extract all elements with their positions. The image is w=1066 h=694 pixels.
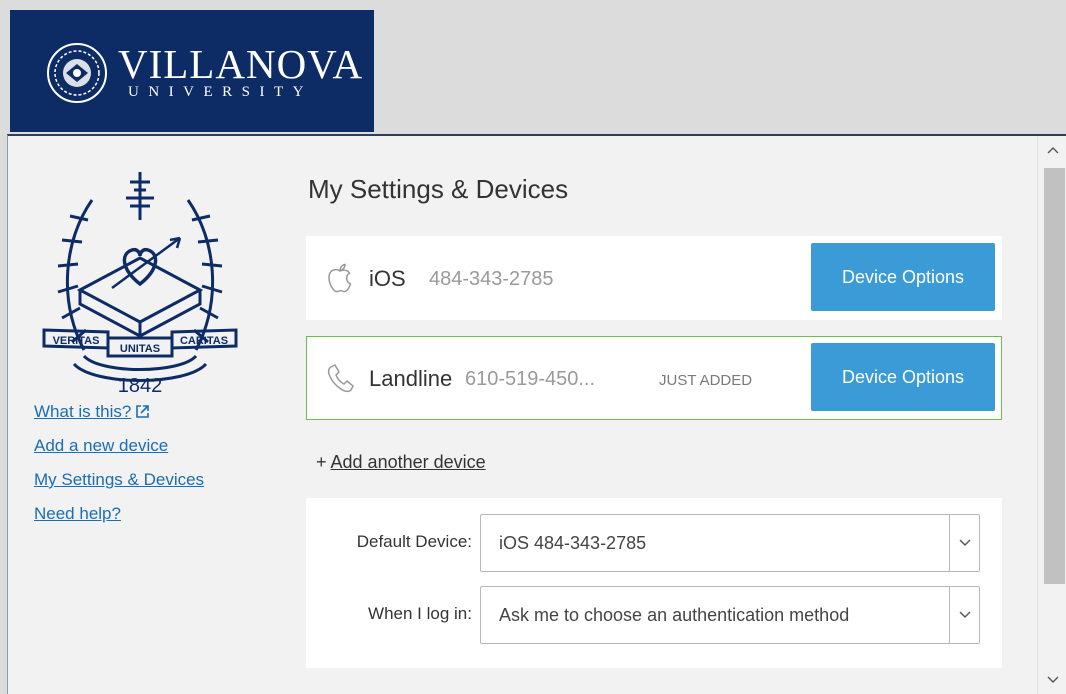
- settings-frame: VERITAS UNITAS CARITAS 1842 What is this…: [7, 134, 1066, 694]
- preferences-panel: Default Device: iOS 484-343-2785 When I …: [306, 498, 1002, 668]
- phone-icon: [327, 364, 354, 393]
- villanova-brand-banner: VILLANOVA UNIVERSITY: [10, 10, 374, 132]
- add-another-device: + Add another device: [316, 452, 486, 473]
- sidebar-item-label: What is this?: [34, 402, 132, 421]
- add-prefix: +: [316, 452, 331, 472]
- chevron-down-icon[interactable]: [949, 587, 979, 643]
- seal-motto-center: UNITAS: [120, 343, 160, 355]
- login-method-row: When I log in: Ask me to choose an authe…: [306, 586, 1002, 646]
- scroll-down-icon[interactable]: [1038, 668, 1066, 692]
- sidebar-item-add-device[interactable]: Add a new device: [34, 434, 274, 468]
- sidebar-item-settings-devices[interactable]: My Settings & Devices: [34, 468, 274, 502]
- seal-motto-left: VERITAS: [53, 335, 100, 347]
- default-device-label: Default Device:: [356, 532, 472, 551]
- page-title: My Settings & Devices: [308, 174, 569, 204]
- login-method-label: When I log in:: [368, 604, 472, 623]
- login-method-value: Ask me to choose an authentication metho…: [499, 605, 850, 625]
- device-name: iOS: [369, 266, 406, 291]
- scroll-up-icon[interactable]: [1038, 138, 1066, 162]
- scrollbar-thumb[interactable]: [1044, 168, 1065, 584]
- brand-subword: UNIVERSITY: [128, 84, 313, 100]
- device-number: 610-519-450...: [465, 368, 596, 390]
- seal-year: 1842: [118, 375, 163, 396]
- default-device-value: iOS 484-343-2785: [499, 533, 647, 553]
- default-device-select[interactable]: iOS 484-343-2785: [480, 514, 980, 572]
- device-options-button-landline[interactable]: Device Options: [811, 343, 995, 411]
- device-card-landline: Landline 610-519-450... JUST ADDED Devic…: [306, 336, 1002, 420]
- device-options-button-ios[interactable]: Device Options: [811, 243, 995, 311]
- sidebar-item-need-help[interactable]: Need help?: [34, 502, 274, 536]
- just-added-badge: JUST ADDED: [659, 372, 753, 389]
- device-number: 484-343-2785: [429, 268, 554, 290]
- device-card-ios: iOS 484-343-2785 Device Options: [306, 236, 1002, 320]
- vertical-scrollbar[interactable]: [1037, 136, 1066, 694]
- device-name: Landline: [369, 366, 453, 391]
- sidebar-item-what-is-this[interactable]: What is this?: [34, 400, 274, 434]
- apple-icon: [328, 263, 352, 293]
- add-another-device-link[interactable]: Add another device: [331, 452, 486, 472]
- external-link-icon: [136, 405, 150, 418]
- villanova-seal-logo: VERITAS UNITAS CARITAS 1842: [42, 172, 238, 396]
- seal-motto-right: CARITAS: [180, 335, 228, 347]
- chevron-down-icon[interactable]: [949, 515, 979, 571]
- university-crest-icon: [47, 43, 107, 103]
- brand-wordmark: VILLANOVA: [118, 41, 364, 87]
- default-device-row: Default Device: iOS 484-343-2785: [306, 514, 1002, 574]
- sidebar-nav: What is this? Add a new device My Settin…: [34, 400, 274, 536]
- header-band: VILLANOVA UNIVERSITY: [0, 0, 1066, 132]
- login-method-select[interactable]: Ask me to choose an authentication metho…: [480, 586, 980, 644]
